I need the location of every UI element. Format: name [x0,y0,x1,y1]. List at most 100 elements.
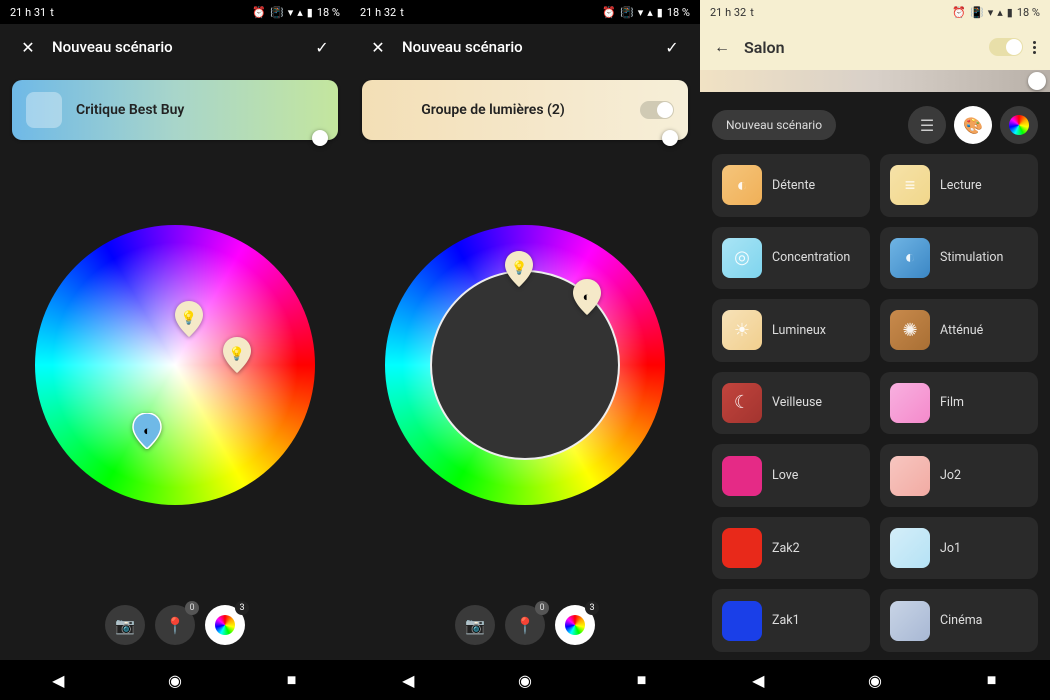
scene-grid: ◐Détente ≡Lecture ◎Concentration ◐Stimul… [700,154,1050,660]
battery-pct: 18 % [317,6,340,19]
close-icon[interactable]: ✕ [364,33,392,61]
room-card[interactable]: Critique Best Buy [12,80,338,140]
status-tag: t [50,6,54,19]
vibrate-icon: 📳 [620,6,634,19]
wifi-icon: ▾ [988,6,994,19]
tab-colors[interactable]: 3 [205,605,245,645]
camera-icon: 📷 [465,616,485,635]
screen-header: ✕ Nouveau scénario ✓ [0,24,350,70]
wifi-icon: ▾ [288,6,294,19]
light-pin-3[interactable]: ◐ [132,413,162,449]
panel-scenario-color-1: 21 h 31 t ⏰ 📳 ▾ ▴ ▮ 18 % ✕ Nouveau scéna… [0,0,350,700]
scene-thumb: ≡ [890,165,930,205]
confirm-icon[interactable]: ✓ [308,33,336,61]
scene-film[interactable]: Film [880,372,1038,435]
color-wheel-ring[interactable]: 💡 ◐ [385,225,665,505]
scene-lecture[interactable]: ≡Lecture [880,154,1038,217]
brightness-knob[interactable] [312,130,328,146]
tab-badge: 0 [535,601,549,615]
group-card[interactable]: Groupe de lumières (2) [362,80,688,140]
scene-veilleuse[interactable]: ☾Veilleuse [712,372,870,435]
tab-whites[interactable]: 📍 0 [505,605,545,645]
android-navbar: ◀ ◉ ■ [0,660,350,700]
scene-concentration[interactable]: ◎Concentration [712,227,870,290]
scene-thumb [722,456,762,496]
alarm-icon: ⏰ [602,6,616,19]
nav-recent[interactable]: ■ [983,671,1001,689]
close-icon[interactable]: ✕ [14,33,42,61]
overflow-menu-icon[interactable] [1033,41,1036,54]
room-name: Critique Best Buy [76,102,184,118]
scene-zak2[interactable]: Zak2 [712,517,870,580]
scene-thumb: ◐ [890,238,930,278]
status-tag: t [750,6,754,19]
color-wheel-area: 💡 ◐ [350,140,700,590]
scene-thumb [890,456,930,496]
view-palette-button[interactable]: 🎨 [954,106,992,144]
scene-thumb [890,528,930,568]
light-pin-1[interactable]: 💡 [174,301,204,337]
scene-jo2[interactable]: Jo2 [880,444,1038,507]
alarm-icon: ⏰ [252,6,266,19]
tab-camera[interactable]: 📷 [105,605,145,645]
battery-icon: ▮ [1007,6,1013,19]
light-pin-1[interactable]: 💡 [504,251,534,287]
scene-thumb [890,601,930,641]
back-icon[interactable]: ← [714,37,730,57]
nav-back[interactable]: ◀ [749,671,767,689]
scene-jo1[interactable]: Jo1 [880,517,1038,580]
light-pin-2[interactable]: ◐ [572,279,602,315]
view-color-button[interactable] [1000,106,1038,144]
signal-icon: ▴ [297,6,303,19]
scene-stimulation[interactable]: ◐Stimulation [880,227,1038,290]
battery-pct: 18 % [1017,6,1040,19]
tab-whites[interactable]: 📍 0 [155,605,195,645]
group-toggle[interactable] [640,101,674,119]
scene-thumb: ☾ [722,383,762,423]
scene-love[interactable]: Love [712,444,870,507]
signal-icon: ▴ [997,6,1003,19]
scene-lumineux[interactable]: ☀Lumineux [712,299,870,362]
status-bar: 21 h 32 t ⏰ 📳 ▾ ▴ ▮ 18 % [700,0,1050,24]
brightness-knob[interactable] [662,130,678,146]
tab-camera[interactable]: 📷 [455,605,495,645]
lamp-icon: ◐ [583,289,591,305]
battery-icon: ▮ [657,6,663,19]
new-scene-button[interactable]: Nouveau scénario [712,110,836,140]
nav-back[interactable]: ◀ [49,671,67,689]
room-power-toggle[interactable] [989,38,1023,56]
scene-thumb [722,601,762,641]
scene-detente[interactable]: ◐Détente [712,154,870,217]
light-pin-2[interactable]: 💡 [222,337,252,373]
scene-cinema[interactable]: Cinéma [880,589,1038,652]
page-title: Nouveau scénario [402,38,658,56]
brightness-knob[interactable] [1028,72,1046,90]
confirm-icon[interactable]: ✓ [658,33,686,61]
room-header: ← Salon [700,24,1050,70]
pin-icon: 📍 [165,616,185,635]
scene-thumb: ◐ [722,165,762,205]
colorwheel-icon [565,615,585,635]
scene-attenue[interactable]: ✺Atténué [880,299,1038,362]
nav-home[interactable]: ◉ [516,671,534,689]
android-navbar: ◀ ◉ ■ [700,660,1050,700]
tab-badge: 3 [585,601,599,615]
panel-room-scenes: 21 h 32 t ⏰ 📳 ▾ ▴ ▮ 18 % ← Salon Nouveau… [700,0,1050,700]
vibrate-icon: 📳 [270,6,284,19]
view-list-button[interactable]: ☰ [908,106,946,144]
scene-thumb [890,383,930,423]
mode-tabs: 📷 📍 0 3 [350,590,700,660]
page-title: Nouveau scénario [52,38,308,56]
tab-colors[interactable]: 3 [555,605,595,645]
nav-recent[interactable]: ■ [283,671,301,689]
scene-zak1[interactable]: Zak1 [712,589,870,652]
nav-home[interactable]: ◉ [866,671,884,689]
nav-home[interactable]: ◉ [166,671,184,689]
color-wheel[interactable]: 💡 💡 ◐ [35,225,315,505]
nav-back[interactable]: ◀ [399,671,417,689]
alarm-icon: ⏰ [952,6,966,19]
brightness-strip[interactable] [700,70,1050,92]
nav-recent[interactable]: ■ [633,671,651,689]
status-bar: 21 h 32 t ⏰ 📳 ▾ ▴ ▮ 18 % [350,0,700,24]
vibrate-icon: 📳 [970,6,984,19]
